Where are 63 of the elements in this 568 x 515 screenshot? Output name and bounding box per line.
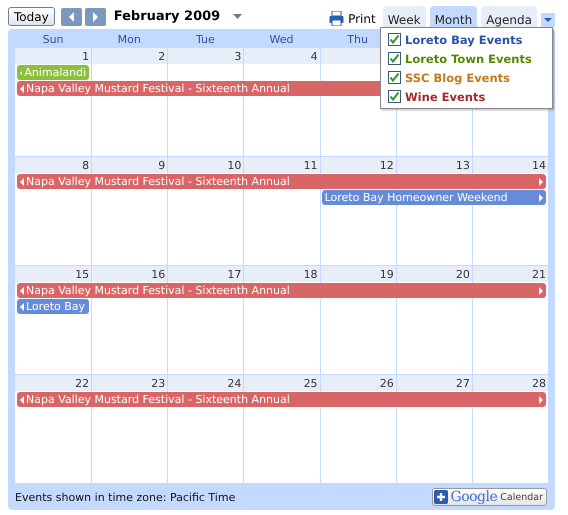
date-number: 4 [310, 49, 319, 63]
left-arrow-icon [20, 396, 24, 404]
date-number: 1 [82, 49, 90, 63]
checkbox[interactable] [388, 52, 401, 65]
date-number: 24 [227, 376, 242, 390]
date-number: 28 [532, 376, 547, 390]
event-bar[interactable]: Napa Valley Mustard Festival - Sixteenth Annual [17, 174, 546, 189]
date-number: 18 [304, 267, 319, 281]
view-tab[interactable]: Week [382, 6, 426, 29]
date-number: 15 [75, 267, 90, 281]
add-to-calendar-button[interactable]: Google Calendar [432, 488, 547, 506]
weekday-header: Thu [347, 32, 368, 46]
view-tab[interactable]: Month [430, 6, 478, 29]
today-button[interactable]: Today [8, 7, 55, 26]
event-bar[interactable]: Napa Valley Mustard Festival - Sixteenth Annual [17, 283, 546, 298]
right-arrow-icon [539, 286, 543, 294]
right-arrow-icon [539, 396, 543, 404]
month-title: February 2009 [114, 9, 220, 24]
checkbox[interactable] [388, 33, 401, 46]
date-number: 14 [532, 158, 547, 172]
printer-icon [329, 11, 344, 26]
weekday-header: Wed [270, 32, 294, 46]
event-bar[interactable]: Napa Valley Mustard Festival - Sixteenth Annual [17, 392, 546, 407]
view-tab[interactable]: Agenda [481, 6, 537, 29]
date-number: 16 [151, 267, 166, 281]
weekday-header: Tue [196, 32, 215, 46]
date-number: 9 [158, 158, 166, 172]
calendar-label[interactable]: Loreto Bay Events [405, 32, 522, 46]
checkbox[interactable] [388, 90, 401, 103]
date-number: 8 [82, 158, 90, 172]
event-bar[interactable]: Loreto Bay Homeowner Weekend [322, 190, 546, 205]
calendar-label[interactable]: Loreto Town Events [405, 52, 532, 66]
weekday-header: Mon [118, 32, 141, 46]
weekday-header: Sun [42, 32, 64, 46]
date-number: 12 [380, 158, 395, 172]
date-number: 25 [304, 376, 319, 390]
date-number: 17 [227, 267, 242, 281]
down-triangle-icon [544, 18, 552, 22]
date-number: 13 [456, 158, 471, 172]
date-number: 20 [456, 267, 471, 281]
next-button[interactable] [84, 8, 106, 26]
left-triangle-icon [68, 12, 74, 22]
caret-icon[interactable] [233, 14, 242, 19]
date-number: 19 [380, 267, 395, 281]
event-bar[interactable]: Loreto Bay [17, 299, 90, 314]
date-number: 21 [532, 267, 547, 281]
date-number: 27 [456, 376, 471, 390]
date-number: 3 [234, 49, 242, 63]
date-number: 23 [151, 376, 166, 390]
timezone-note: Events shown in time zone: Pacific Time [15, 490, 236, 504]
left-arrow-icon [20, 178, 24, 186]
calendars-menu-button[interactable] [541, 13, 555, 27]
event-bar[interactable]: Animalandi [17, 65, 90, 80]
print-button[interactable]: Print [329, 11, 376, 26]
date-number: 10 [227, 158, 242, 172]
date-number: 26 [380, 376, 395, 390]
previous-button[interactable] [60, 8, 82, 26]
date-number: 22 [75, 376, 90, 390]
checkbox[interactable] [388, 71, 401, 84]
right-triangle-icon [92, 12, 98, 22]
date-number: 2 [158, 49, 166, 63]
plus-icon [434, 490, 448, 504]
date-number: 11 [304, 158, 319, 172]
